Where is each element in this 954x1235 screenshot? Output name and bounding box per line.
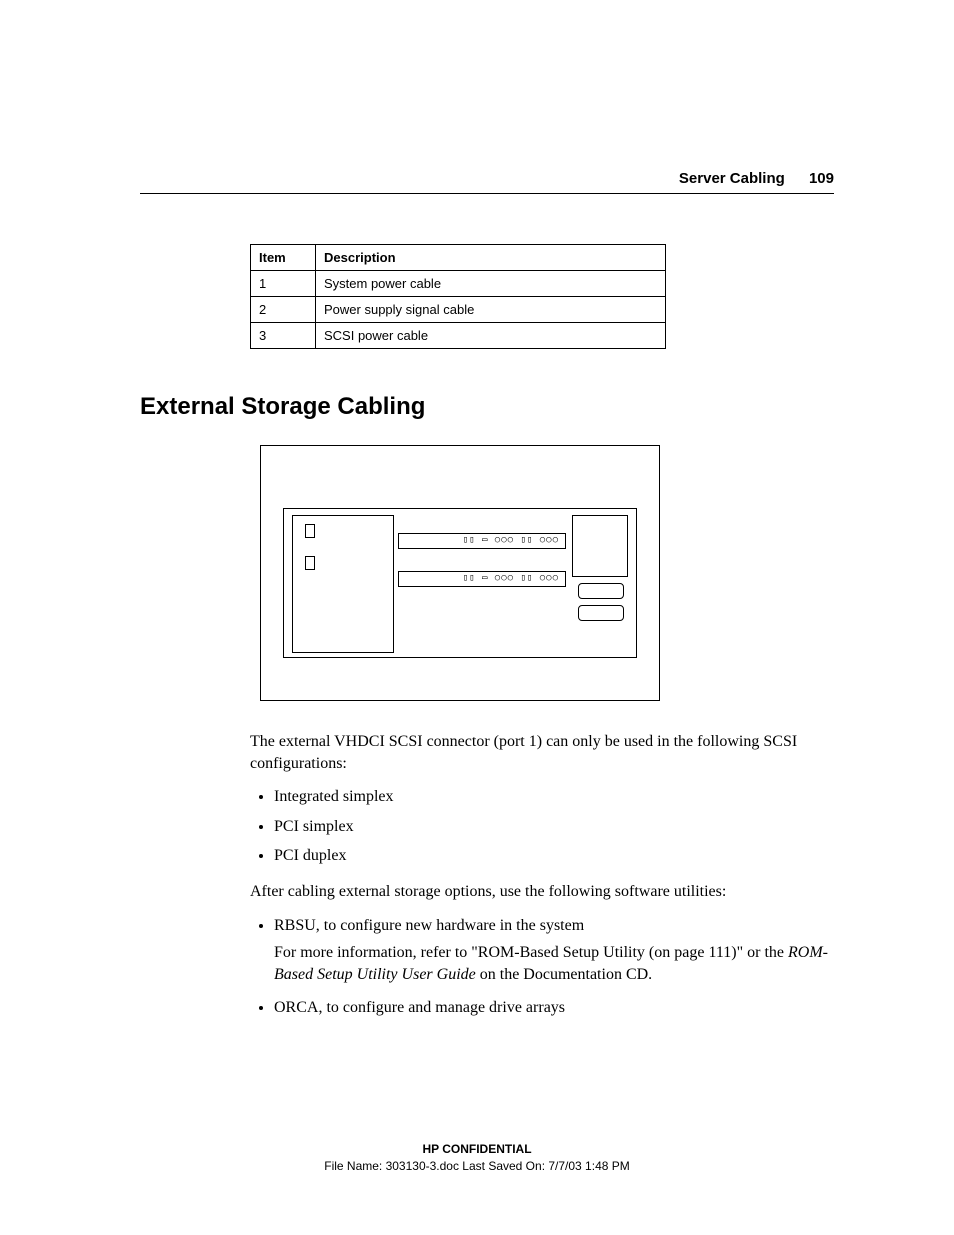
paragraph: After cabling external storage options, … bbox=[250, 881, 834, 903]
running-header: Server Cabling 109 bbox=[140, 170, 834, 194]
table-row: 1 System power cable bbox=[251, 271, 666, 297]
vent-grid-icon bbox=[572, 515, 628, 577]
port-column bbox=[572, 515, 628, 651]
list-item: PCI simplex bbox=[274, 816, 834, 838]
list-item-detail: For more information, refer to "ROM-Base… bbox=[274, 942, 834, 985]
cell-desc: System power cable bbox=[316, 271, 666, 297]
server-rear-diagram: ▯▯ ▭ ○○○ ▯▯ ○○○ ▯▯ ▭ ○○○ ▯▯ ○○○ bbox=[260, 445, 660, 701]
list-item: Integrated simplex bbox=[274, 786, 834, 808]
th-description: Description bbox=[316, 245, 666, 271]
cell-item: 2 bbox=[251, 297, 316, 323]
serial-port-icon bbox=[578, 583, 624, 599]
cable-table: Item Description 1 System power cable 2 … bbox=[250, 244, 666, 349]
io-row: ▯▯ ▭ ○○○ ▯▯ ○○○ bbox=[398, 533, 566, 549]
confidential-label: HP CONFIDENTIAL bbox=[0, 1141, 954, 1158]
io-row: ▯▯ ▭ ○○○ ▯▯ ○○○ bbox=[398, 571, 566, 587]
th-item: Item bbox=[251, 245, 316, 271]
page: Server Cabling 109 Item Description 1 Sy… bbox=[0, 0, 954, 1235]
paragraph: The external VHDCI SCSI connector (port … bbox=[250, 731, 834, 774]
cell-desc: Power supply signal cable bbox=[316, 297, 666, 323]
text-run: on the Documentation CD. bbox=[476, 966, 652, 983]
cell-desc: SCSI power cable bbox=[316, 323, 666, 349]
cell-item: 1 bbox=[251, 271, 316, 297]
list-item: ORCA, to configure and manage drive arra… bbox=[274, 997, 834, 1019]
table-row: 3 SCSI power cable bbox=[251, 323, 666, 349]
file-info: File Name: 303130-3.doc Last Saved On: 7… bbox=[0, 1158, 954, 1175]
list-item: PCI duplex bbox=[274, 845, 834, 867]
page-footer: HP CONFIDENTIAL File Name: 303130-3.doc … bbox=[0, 1141, 954, 1175]
list-item: RBSU, to configure new hardware in the s… bbox=[274, 915, 834, 986]
table-header-row: Item Description bbox=[251, 245, 666, 271]
list-item-line: RBSU, to configure new hardware in the s… bbox=[274, 917, 584, 934]
header-section: Server Cabling bbox=[679, 170, 785, 187]
table-row: 2 Power supply signal cable bbox=[251, 297, 666, 323]
utility-list: RBSU, to configure new hardware in the s… bbox=[250, 915, 834, 1019]
serial-port-icon bbox=[578, 605, 624, 621]
text-run: For more information, refer to "ROM-Base… bbox=[274, 944, 788, 961]
body-text: The external VHDCI SCSI connector (port … bbox=[250, 731, 834, 1019]
page-number: 109 bbox=[809, 170, 834, 187]
config-list: Integrated simplex PCI simplex PCI duple… bbox=[250, 786, 834, 867]
expansion-slot-area bbox=[292, 515, 394, 653]
section-heading: External Storage Cabling bbox=[140, 393, 834, 421]
chassis-outline: ▯▯ ▭ ○○○ ▯▯ ○○○ ▯▯ ▭ ○○○ ▯▯ ○○○ bbox=[283, 508, 637, 658]
cell-item: 3 bbox=[251, 323, 316, 349]
